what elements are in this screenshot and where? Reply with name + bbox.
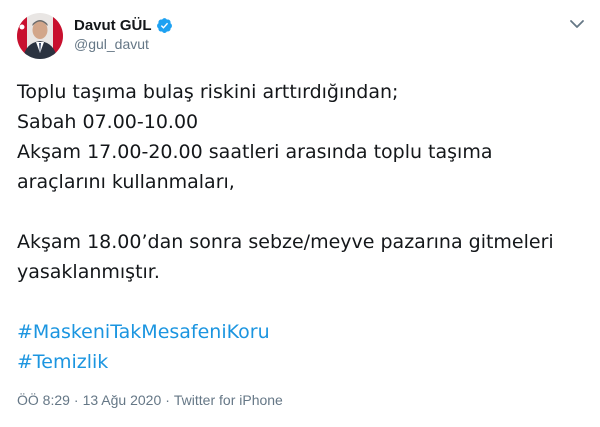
meta-separator: ·	[73, 392, 79, 408]
author-name-row: Davut GÜL	[74, 16, 173, 34]
tweet-time-link[interactable]: ÖÖ 8:29	[17, 392, 70, 408]
tweet-card: Davut GÜL @gul_davut Toplu taşıma bulaş …	[0, 0, 600, 427]
tweet-line: Akşam 17.00-20.00 saatleri arasında topl…	[17, 141, 493, 163]
tweet-line: Sabah 07.00-10.00	[17, 111, 199, 133]
hashtag-link[interactable]: #Temizlik	[17, 347, 592, 377]
meta-separator: ·	[165, 392, 170, 408]
author-display-name[interactable]: Davut GÜL	[74, 17, 152, 34]
verified-badge-icon	[156, 17, 173, 34]
tweet-source-link[interactable]: Twitter for iPhone	[174, 392, 283, 408]
tweet-text: Toplu taşıma bulaş riskini arttırdığında…	[17, 77, 592, 377]
tweet-date-link[interactable]: 13 Ağu 2020	[83, 392, 162, 408]
hashtag-link[interactable]: #MaskeniTakMesafeniKoru	[17, 317, 592, 347]
author-handle[interactable]: @gul_davut	[74, 36, 149, 52]
avatar[interactable]	[17, 13, 63, 59]
tweet-meta: ÖÖ 8:29 · 13 Ağu 2020 · Twitter for iPhone	[17, 392, 283, 408]
tweet-line: Akşam 18.00’dan sonra sebze/meyve pazarı…	[17, 231, 554, 253]
tweet-line: araçlarını kullanmaları,	[17, 171, 235, 193]
tweet-line: Toplu taşıma bulaş riskini arttırdığında…	[17, 81, 399, 103]
tweet-line: yasaklanmıştır.	[17, 261, 160, 283]
chevron-down-icon[interactable]	[568, 16, 586, 30]
